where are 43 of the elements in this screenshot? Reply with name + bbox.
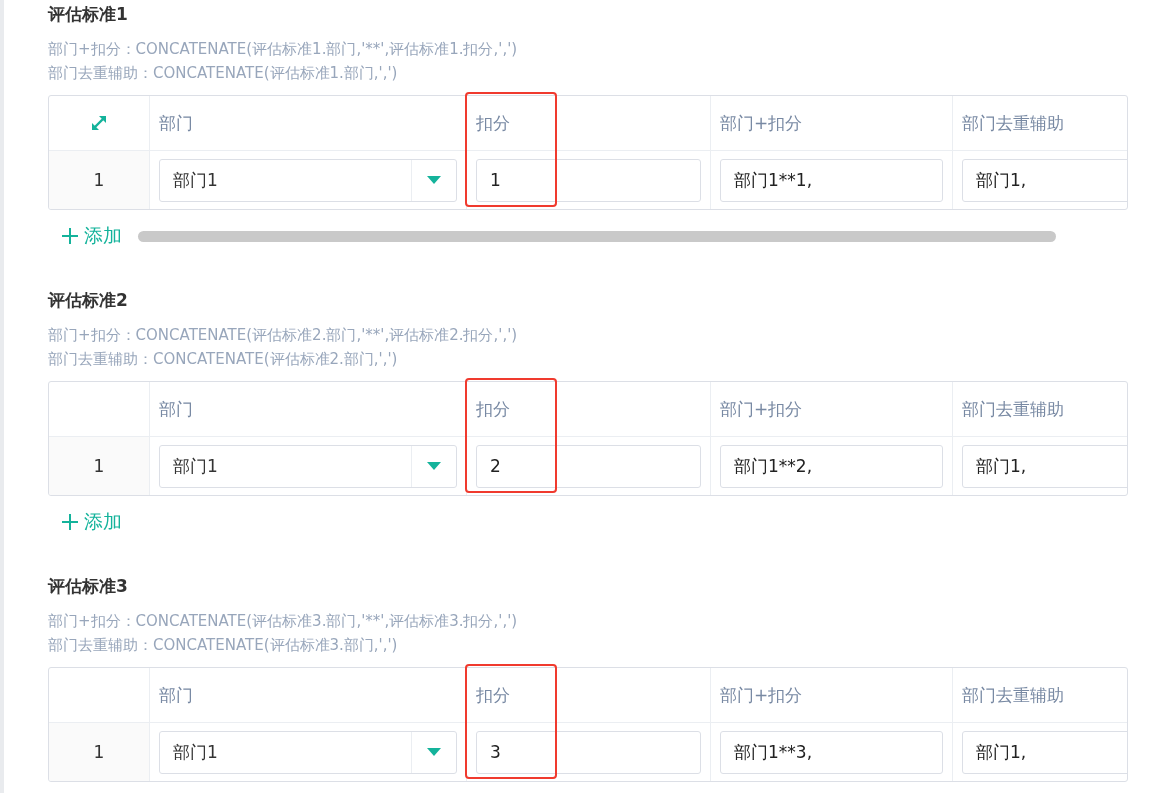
row-number: 1 [49, 437, 150, 495]
column-header: 部门 [150, 96, 467, 151]
column-header: 部门+扣分 [711, 668, 953, 723]
dedup-field[interactable]: 部门1, [962, 730, 1127, 774]
section-title: 评估标准3 [48, 575, 129, 598]
caret-icon [427, 748, 441, 756]
column-header: 扣分 [467, 382, 711, 437]
column-header: 部门+扣分 [711, 382, 953, 437]
column-header: 部门+扣分 [711, 96, 953, 151]
column-header: 扣分 [467, 668, 711, 723]
column-header: 部门去重辅助 [953, 668, 1127, 723]
department-select[interactable]: 部门1 [159, 158, 457, 202]
section-title: 评估标准1 [48, 3, 129, 26]
combined-field[interactable]: 部门1**2, [720, 444, 943, 488]
caret-icon [427, 176, 441, 184]
caret-icon [427, 462, 441, 470]
plus-icon [62, 228, 78, 244]
column-header: 部门 [150, 668, 467, 723]
column-header: 扣分 [467, 96, 711, 151]
column-header: 部门去重辅助 [953, 382, 1127, 437]
scrollbar[interactable] [138, 230, 1056, 242]
plus-icon [62, 514, 78, 530]
combined-field[interactable]: 部门1**1, [720, 158, 943, 202]
score-input[interactable]: 3 [476, 730, 701, 774]
combined-field[interactable]: 部门1**3, [720, 730, 943, 774]
formula-text: 部门去重辅助：CONCATENATE(评估标准1.部门,',') [48, 63, 399, 84]
row-number: 1 [49, 151, 150, 209]
formula-text: 部门去重辅助：CONCATENATE(评估标准3.部门,',') [48, 635, 399, 656]
department-select[interactable]: 部门1 [159, 444, 457, 488]
dedup-field[interactable]: 部门1, [962, 444, 1127, 488]
score-input[interactable]: 2 [476, 444, 701, 488]
section-title: 评估标准2 [48, 289, 129, 312]
formula-text: 部门+扣分：CONCATENATE(评估标准1.部门,'**',评估标准1.扣分,',') [48, 39, 519, 60]
formula-text: 部门+扣分：CONCATENATE(评估标准2.部门,'**',评估标准2.扣分,',') [48, 325, 519, 346]
score-input[interactable]: 1 [476, 158, 701, 202]
expand-icon[interactable] [90, 114, 108, 132]
department-select[interactable]: 部门1 [159, 730, 457, 774]
row-number: 1 [49, 723, 150, 781]
column-header: 部门 [150, 382, 467, 437]
formula-text: 部门+扣分：CONCATENATE(评估标准3.部门,'**',评估标准3.扣分,',') [48, 611, 519, 632]
dedup-field[interactable]: 部门1, [962, 158, 1127, 202]
formula-text: 部门去重辅助：CONCATENATE(评估标准2.部门,',') [48, 349, 399, 370]
column-header: 部门去重辅助 [953, 96, 1127, 151]
